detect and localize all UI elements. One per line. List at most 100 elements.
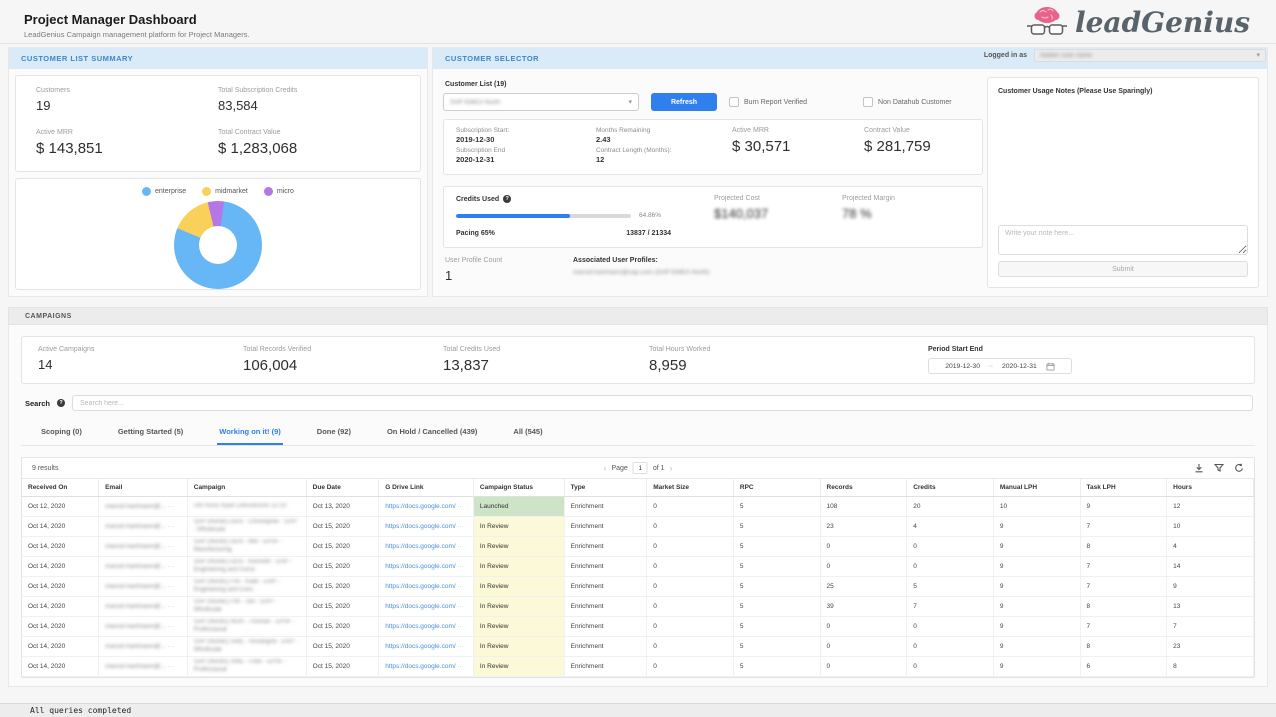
gdrive-link[interactable]: https://docs.google.com/ [385, 523, 455, 530]
campaign-status-badge: In Review [473, 637, 564, 657]
blurred-text: SAP (Nordic) SWE - Annahgrid - ERP - Who… [194, 639, 300, 654]
page-number-input[interactable] [633, 462, 648, 474]
column-header[interactable]: RPC [733, 479, 820, 497]
hours-cell: 13 [1167, 597, 1254, 617]
stat-projected-cost: Projected Cost $140,037 [714, 195, 842, 239]
due-date-cell: Oct 15, 2020 [306, 537, 379, 557]
task-lph-cell: 9 [1080, 497, 1167, 517]
prev-page-icon[interactable]: ‹ [603, 463, 606, 473]
download-icon[interactable] [1194, 463, 1204, 473]
checkbox-icon [729, 97, 739, 107]
campaign-status-badge: Launched [473, 497, 564, 517]
tab-working-on-it[interactable]: Working on it! (9) [217, 422, 283, 445]
records-cell: 0 [820, 537, 907, 557]
pacing-label: Pacing 65% [456, 230, 495, 237]
hours-cell: 14 [1167, 557, 1254, 577]
column-header[interactable]: Received On [22, 479, 99, 497]
next-page-icon[interactable]: › [670, 463, 673, 473]
received-on-cell: Oct 14, 2020 [22, 557, 99, 577]
column-header[interactable]: Credits [907, 479, 994, 497]
blurred-text: SAP (Nordic) DEN - Christopher - ERP - W… [194, 519, 300, 534]
refresh-icon[interactable] [1234, 463, 1244, 473]
stat-total-subscription-credits: Total Subscription Credits 83,584 [218, 87, 400, 116]
column-header[interactable]: Hours [1167, 479, 1254, 497]
column-header[interactable]: Email [99, 479, 188, 497]
table-row[interactable]: Oct 14, 2020marcel.hartmann@... ···SAP (… [22, 617, 1254, 637]
legend-micro[interactable]: micro [264, 187, 294, 196]
rpc-cell: 5 [733, 617, 820, 637]
period-start-end: Period Start End 2019-12-30 ~ 2020-12-31 [928, 346, 1238, 374]
campaign-cell: SAP (Nordic) SWE - Annahgrid - ERP - Who… [187, 637, 306, 657]
legend-enterprise[interactable]: enterprise [142, 187, 186, 196]
customer-select[interactable]: SAP EMEA North ▾ [443, 93, 639, 111]
column-header[interactable]: Campaign Status [473, 479, 564, 497]
table-row[interactable]: Oct 14, 2020marcel.hartmann@... ···SAP (… [22, 597, 1254, 617]
tab-scoping[interactable]: Scoping (0) [39, 422, 84, 445]
refresh-button[interactable]: Refresh [651, 93, 717, 111]
column-header[interactable]: Due Date [306, 479, 379, 497]
hours-cell: 12 [1167, 497, 1254, 517]
gdrive-link[interactable]: https://docs.google.com/ [385, 563, 455, 570]
tab-done[interactable]: Done (92) [315, 422, 353, 445]
column-header[interactable]: G Drive Link [379, 479, 474, 497]
legend-midmarket[interactable]: midmarket [202, 187, 248, 196]
credits-cell: 0 [907, 637, 994, 657]
truncation-icon: ··· [166, 543, 174, 550]
rpc-cell: 5 [733, 537, 820, 557]
received-on-cell: Oct 14, 2020 [22, 577, 99, 597]
non-datahub-customer-checkbox[interactable]: Non Datahub Customer [863, 97, 952, 107]
range-separator: ~ [989, 363, 993, 370]
column-header[interactable]: Records [820, 479, 907, 497]
info-icon[interactable]: ? [503, 195, 511, 203]
due-date-cell: Oct 15, 2020 [306, 657, 379, 677]
gdrive-link[interactable]: https://docs.google.com/ [385, 603, 455, 610]
tab-all[interactable]: All (545) [511, 422, 544, 445]
gdrive-link[interactable]: https://docs.google.com/ [385, 503, 455, 510]
filter-icon[interactable] [1214, 463, 1224, 473]
truncation-icon: ··· [166, 663, 174, 670]
gdrive-link[interactable]: https://docs.google.com/ [385, 543, 455, 550]
blurred-text: SAP (Nordic) NOR - Thomas - EPSF - Profe… [194, 619, 300, 634]
tab-on-hold-cancelled[interactable]: On Hold / Cancelled (439) [385, 422, 479, 445]
records-cell: 0 [820, 557, 907, 577]
table-row[interactable]: Oct 14, 2020marcel.hartmann@... ···SAP (… [22, 637, 1254, 657]
type-cell: Enrichment [564, 597, 647, 617]
burn-report-verified-checkbox[interactable]: Burn Report Verified [729, 97, 807, 107]
task-lph-cell: 7 [1080, 557, 1167, 577]
gdrive-link[interactable]: https://docs.google.com/ [385, 583, 455, 590]
tab-getting-started[interactable]: Getting Started (5) [116, 422, 185, 445]
column-header[interactable]: Task LPH [1080, 479, 1167, 497]
logged-in-as-label: Logged in as [984, 52, 1027, 59]
stat-customers: Customers 19 [36, 87, 218, 116]
column-header[interactable]: Type [564, 479, 647, 497]
gdrive-link[interactable]: https://docs.google.com/ [385, 643, 455, 650]
table-row[interactable]: Oct 12, 2020marcel.hartmann@... ···UKI R… [22, 497, 1254, 517]
column-header[interactable]: Market Size [647, 479, 734, 497]
g-drive-link-cell: https://docs.google.com/ ··· [379, 597, 474, 617]
type-cell: Enrichment [564, 617, 647, 637]
records-cell: 25 [820, 577, 907, 597]
date-range-picker[interactable]: 2019-12-30 ~ 2020-12-31 [928, 358, 1072, 374]
stat-total-records-verified: Total Records Verified 106,004 [243, 346, 443, 374]
table-row[interactable]: Oct 14, 2020marcel.hartmann@... ···SAP (… [22, 577, 1254, 597]
manual-lph-cell: 9 [993, 617, 1080, 637]
column-header[interactable]: Manual LPH [993, 479, 1080, 497]
search-input[interactable] [72, 395, 1253, 411]
column-header[interactable]: Campaign [187, 479, 306, 497]
gdrive-link[interactable]: https://docs.google.com/ [385, 663, 455, 670]
submit-note-button[interactable]: Submit [998, 261, 1248, 277]
campaigns-section-header: CAMPAIGNS [8, 307, 1268, 325]
logged-in-user-select[interactable]: hidden user name ▾ [1034, 49, 1266, 62]
table-row[interactable]: Oct 14, 2020marcel.hartmann@... ···SAP (… [22, 657, 1254, 677]
info-icon[interactable]: ? [57, 399, 65, 407]
usage-note-input[interactable] [998, 225, 1248, 255]
table-row[interactable]: Oct 14, 2020marcel.hartmann@... ···SAP (… [22, 557, 1254, 577]
gdrive-link[interactable]: https://docs.google.com/ [385, 623, 455, 630]
table-row[interactable]: Oct 14, 2020marcel.hartmann@... ···SAP (… [22, 537, 1254, 557]
g-drive-link-cell: https://docs.google.com/ ··· [379, 657, 474, 677]
stat-customer-contract-value: Contract Value $ 281,759 [864, 127, 970, 167]
received-on-cell: Oct 12, 2020 [22, 497, 99, 517]
table-row[interactable]: Oct 14, 2020marcel.hartmann@... ···SAP (… [22, 517, 1254, 537]
campaign-status-badge: In Review [473, 517, 564, 537]
market-size-cell: 0 [647, 597, 734, 617]
